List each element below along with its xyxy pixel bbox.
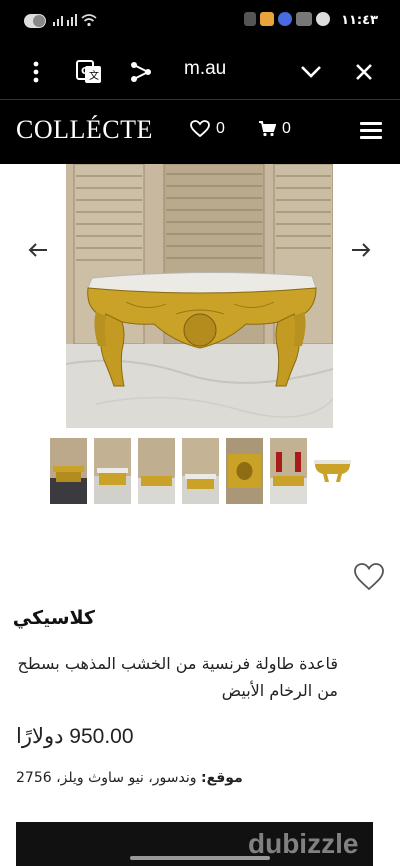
toggle-pill-icon: [24, 14, 46, 28]
wifi-icon: [81, 14, 97, 30]
translate-icon[interactable]: G文: [71, 54, 107, 90]
thumbnail[interactable]: [50, 438, 87, 504]
favorite-heart-icon[interactable]: [353, 562, 385, 592]
cart-button[interactable]: 0: [258, 120, 291, 138]
gesture-home-bar[interactable]: [130, 856, 270, 860]
chevron-down-icon[interactable]: [293, 54, 329, 90]
product-location: موقع: وندسور، نيو ساوث ويلز، 2756: [16, 770, 243, 786]
photo-app-icon: [260, 12, 274, 26]
site-logo[interactable]: COLLÉCTE: [16, 115, 153, 145]
svg-text:G: G: [81, 66, 89, 77]
thumbnail[interactable]: [94, 438, 131, 504]
status-bar: ١١:٤٣: [0, 0, 400, 44]
product-brand[interactable]: كلاسيكي: [13, 607, 95, 629]
messenger-icon: [278, 12, 292, 26]
chat-icon: [316, 12, 330, 26]
thumbnail[interactable]: [226, 438, 263, 504]
thumbnail-selected[interactable]: [314, 438, 351, 504]
cart-icon: [259, 121, 276, 137]
thumbnail[interactable]: [270, 438, 307, 504]
thumbnail[interactable]: [138, 438, 175, 504]
close-icon[interactable]: [346, 54, 382, 90]
location-label: موقع:: [200, 770, 243, 786]
product-price: 950.00 دولارًا: [16, 725, 134, 748]
prev-image-arrow[interactable]: [24, 236, 52, 264]
wifi-calling-icon: [296, 12, 312, 26]
status-time: ١١:٤٣: [341, 13, 378, 28]
wishlist-count: 0: [216, 120, 225, 137]
product-main-image[interactable]: [66, 164, 333, 428]
next-image-arrow[interactable]: [347, 236, 375, 264]
heart-icon: [190, 120, 210, 138]
browser-toolbar: G文 m.au: [0, 44, 400, 100]
svg-text:文: 文: [89, 69, 99, 82]
product-title: قاعدة طاولة فرنسية من الخشب المذهب بسطح …: [17, 654, 338, 700]
hamburger-menu-icon[interactable]: [360, 122, 382, 140]
thumbnail-strip: [50, 438, 351, 504]
thumbnail[interactable]: [182, 438, 219, 504]
cart-count: 0: [282, 120, 291, 137]
site-header: COLLÉCTE 0 0: [0, 100, 400, 164]
location-value: وندسور، نيو ساوث ويلز، 2756: [16, 770, 197, 786]
share-icon[interactable]: [123, 54, 159, 90]
wishlist-button[interactable]: 0: [190, 120, 225, 138]
url-text[interactable]: m.au: [184, 58, 226, 80]
more-vert-icon[interactable]: [18, 54, 54, 90]
battery-icon: [244, 12, 256, 26]
signal-icon: [66, 14, 80, 29]
